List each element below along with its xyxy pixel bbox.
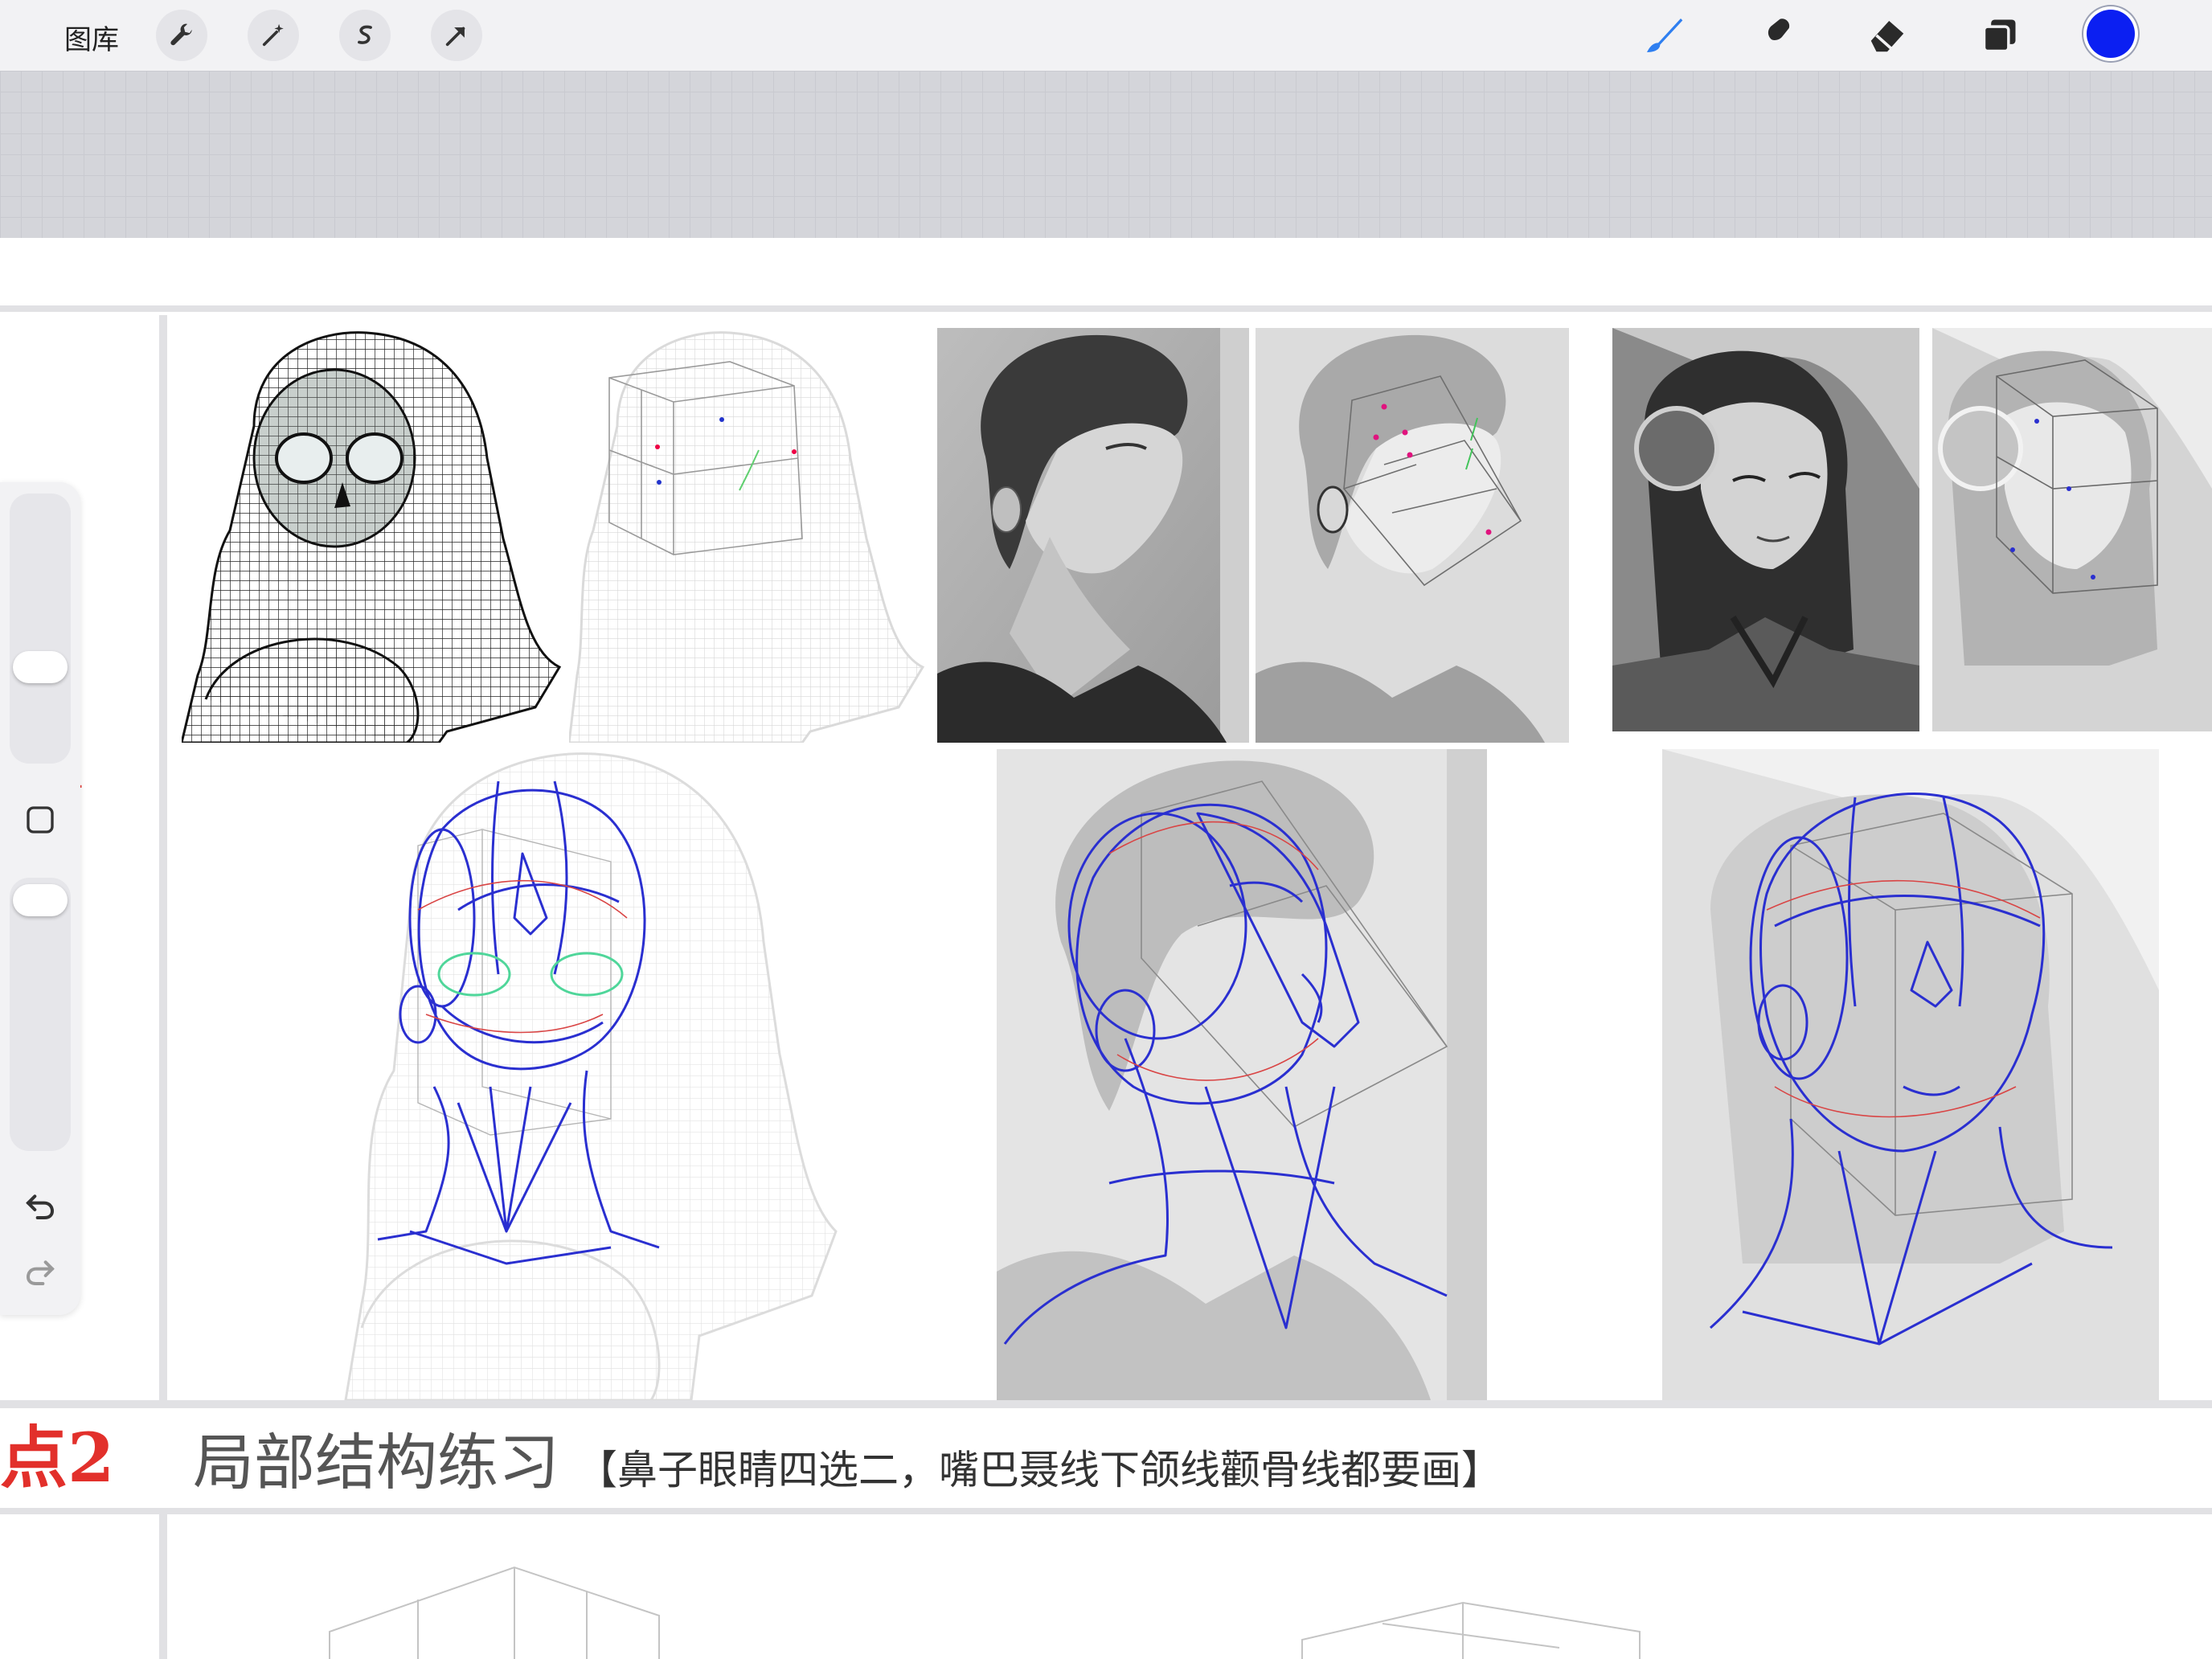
adjustments-button[interactable] xyxy=(248,10,299,61)
canvas-divider-middle xyxy=(0,1400,2212,1408)
eraser-icon xyxy=(1870,21,1904,52)
brush-tool[interactable] xyxy=(1640,11,1688,59)
undo-icon xyxy=(26,1194,55,1219)
redo-icon xyxy=(26,1260,55,1285)
section-title: 局部结构练习 xyxy=(193,1427,559,1498)
square-icon xyxy=(27,806,54,834)
color-picker-button[interactable] xyxy=(2087,10,2135,58)
selection-icon xyxy=(358,25,372,44)
brush-size-handle[interactable] xyxy=(13,651,68,683)
brush-size-slider[interactable] xyxy=(10,494,71,764)
actions-button[interactable] xyxy=(156,10,207,61)
smudge-tool[interactable] xyxy=(1752,11,1800,59)
construction-drawing-male xyxy=(997,749,1487,1400)
selection-button[interactable] xyxy=(339,10,391,61)
top-toolbar: 图库 xyxy=(0,0,2212,72)
brush-opacity-handle[interactable] xyxy=(13,884,68,916)
canvas-grid-backdrop xyxy=(0,71,2212,238)
construction-drawing-wireframe-model xyxy=(330,749,911,1400)
brush-icon xyxy=(1647,18,1683,52)
reference-image-female-box-study xyxy=(1932,328,2212,731)
transform-button[interactable] xyxy=(431,10,482,61)
canvas-divider-top xyxy=(0,305,2212,312)
gallery-button[interactable]: 图库 xyxy=(64,18,119,57)
canvas-divider-left xyxy=(159,315,167,1400)
canvas-divider-left-lower xyxy=(159,1508,167,1659)
layers-tool[interactable] xyxy=(1976,11,2024,59)
magic-wand-icon xyxy=(262,23,284,47)
modify-button[interactable] xyxy=(21,801,59,839)
reference-image-male-portrait xyxy=(937,328,1249,743)
transform-arrow-icon xyxy=(445,27,465,47)
section-number: 点2 xyxy=(0,1418,115,1497)
canvas-divider-bottom xyxy=(0,1508,2212,1514)
left-sidebar xyxy=(0,482,80,1315)
eraser-tool[interactable] xyxy=(1863,11,1911,59)
reference-image-female-illustration xyxy=(1612,328,1919,731)
reference-image-wireframe-box-study xyxy=(569,330,936,743)
smudge-icon xyxy=(1765,18,1790,51)
undo-button[interactable] xyxy=(21,1186,59,1225)
construction-drawing-female xyxy=(1662,749,2159,1400)
section-note: 【鼻子眼睛四选二，嘴巴聂线下颌线颧骨线都要画】 xyxy=(577,1447,1501,1493)
reference-image-wireframe-model xyxy=(182,330,569,743)
wrench-icon xyxy=(170,23,192,46)
reference-image-male-box-study xyxy=(1256,328,1569,743)
perspective-box-guide-left xyxy=(305,1559,756,1659)
perspective-box-guide-right xyxy=(1286,1600,1656,1659)
brush-opacity-slider[interactable] xyxy=(10,878,71,1151)
redo-button[interactable] xyxy=(21,1252,59,1291)
layers-icon xyxy=(1982,19,2016,53)
